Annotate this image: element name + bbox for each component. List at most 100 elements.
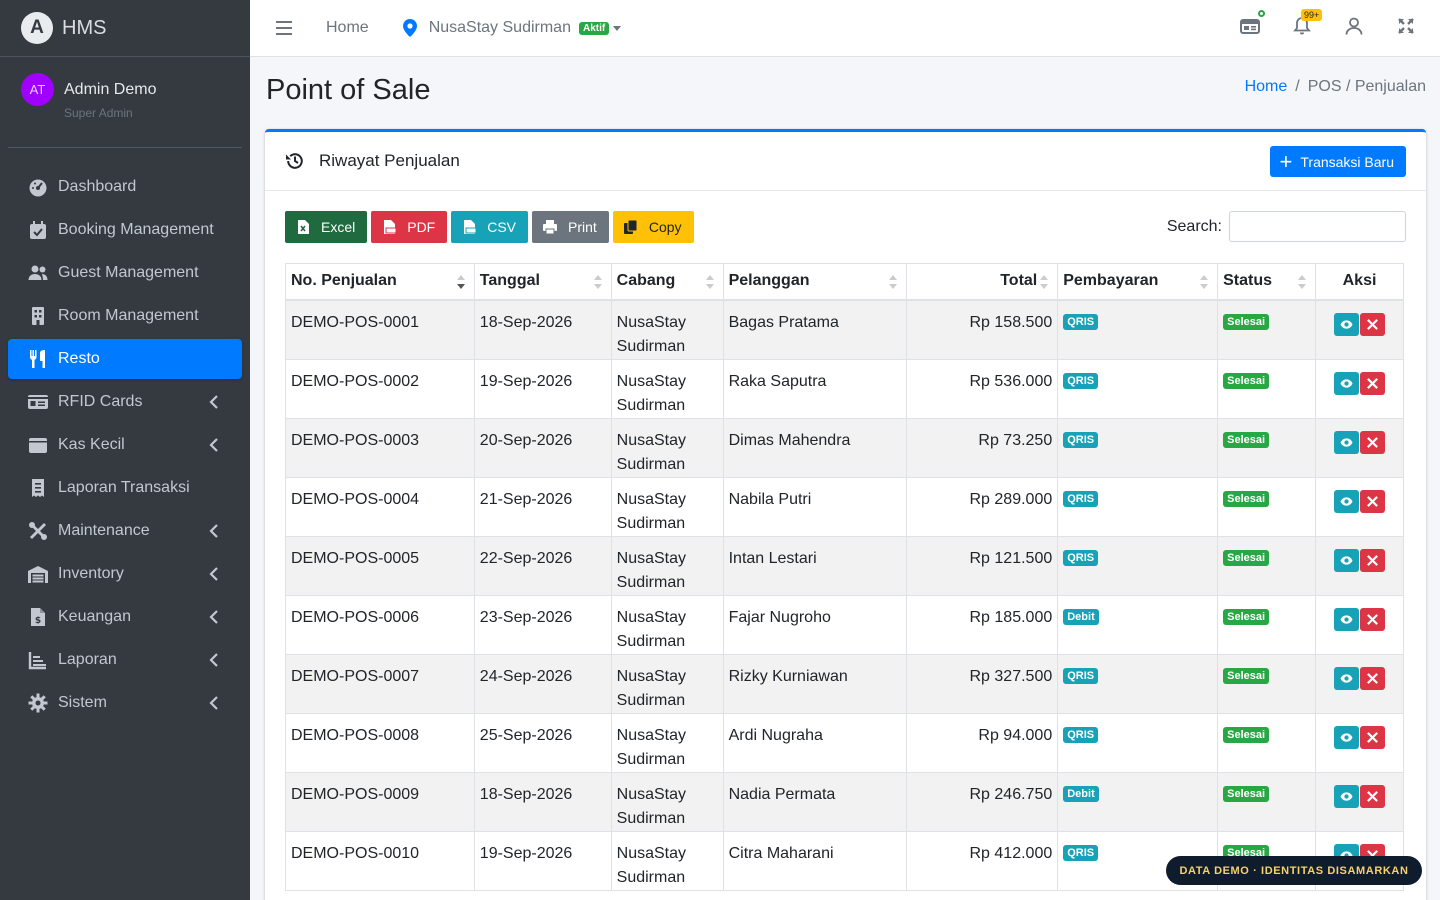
sidebar-item-maintenance[interactable]: Maintenance xyxy=(8,511,242,551)
cell-no: DEMO-POS-0006 xyxy=(285,594,475,655)
delete-button[interactable] xyxy=(1360,548,1386,572)
view-button[interactable] xyxy=(1334,548,1360,572)
delete-button[interactable] xyxy=(1360,725,1386,749)
eye-icon xyxy=(1340,319,1353,329)
sale-number: DEMO-POS-0002 xyxy=(291,372,420,390)
table-row[interactable]: DEMO-POS-0008 25-Sep-2026 NusaStay Sudirman… xyxy=(285,712,1404,773)
sidebar-item-label: Booking Management xyxy=(58,221,214,238)
sidebar-item-resto[interactable]: Resto xyxy=(8,339,242,379)
delete-button[interactable] xyxy=(1360,312,1386,336)
table-row[interactable]: DEMO-POS-0009 18-Sep-2026 NusaStay Sudirman… xyxy=(285,771,1404,832)
branch-name-line2: Sudirman xyxy=(616,691,686,709)
branch-name-line1: NusaStay xyxy=(616,608,687,626)
cell-total: Rp 121.500 xyxy=(906,535,1059,596)
breadcrumb-home-link[interactable]: Home xyxy=(1245,78,1288,95)
table-row[interactable]: DEMO-POS-0003 20-Sep-2026 NusaStay Sudirman… xyxy=(285,417,1404,478)
print-button[interactable]: Print xyxy=(532,211,609,243)
branch-name-line2: Sudirman xyxy=(616,455,686,473)
fullscreen-icon[interactable] xyxy=(1396,16,1416,36)
card-header: Riwayat Penjualan + Transaksi Baru xyxy=(265,132,1426,191)
table-row[interactable]: DEMO-POS-0007 24-Sep-2026 NusaStay Sudirman… xyxy=(285,653,1404,714)
view-button[interactable] xyxy=(1334,489,1360,513)
id-card-icon[interactable] xyxy=(1240,10,1265,36)
search-label: Search: xyxy=(1166,217,1222,235)
sidebar-item-room-management[interactable]: Room Management xyxy=(8,296,242,336)
payment-method-badge: Debit xyxy=(1063,608,1099,625)
sidebar-item-label: Room Management xyxy=(58,307,199,324)
column-header-cabang[interactable]: Cabang xyxy=(610,263,724,301)
cell-cabang: NusaStay Sudirman xyxy=(610,535,724,596)
user-name[interactable]: Admin Demo xyxy=(64,81,156,99)
sale-number: DEMO-POS-0001 xyxy=(291,313,420,331)
view-button[interactable] xyxy=(1334,312,1360,336)
sort-icon xyxy=(705,275,714,289)
brand-link[interactable]: A HMS xyxy=(0,0,250,57)
table-row[interactable]: DEMO-POS-0001 18-Sep-2026 NusaStay Sudirman… xyxy=(285,299,1404,360)
column-header-pelanggan[interactable]: Pelanggan xyxy=(722,263,908,301)
column-header-status[interactable]: Status xyxy=(1217,263,1317,301)
table-row[interactable]: DEMO-POS-0002 19-Sep-2026 NusaStay Sudirman… xyxy=(285,358,1404,419)
table-row[interactable]: DEMO-POS-0004 21-Sep-2026 NusaStay Sudirman… xyxy=(285,476,1404,537)
csv-export-button[interactable]: CSV xyxy=(451,211,529,243)
view-button[interactable] xyxy=(1334,430,1360,454)
top-home-link[interactable]: Home xyxy=(326,19,369,37)
sidebar-item-laporan-transaksi[interactable]: Laporan Transaksi xyxy=(8,468,242,508)
history-icon xyxy=(286,153,303,169)
delete-button[interactable] xyxy=(1360,607,1386,631)
sidebar-item-kas-kecil[interactable]: Kas Kecil xyxy=(8,425,242,465)
hamburger-menu-icon[interactable] xyxy=(276,21,292,35)
cell-pelanggan: Nadia Permata xyxy=(722,771,908,832)
payment-method-badge: QRIS xyxy=(1063,431,1099,448)
sidebar-item-laporan[interactable]: Laporan xyxy=(8,640,242,680)
sidebar-item-inventory[interactable]: Inventory xyxy=(8,554,242,594)
utensils-icon xyxy=(28,349,48,369)
sale-total: Rp 94.000 xyxy=(978,726,1053,744)
column-header-aksi: Aksi xyxy=(1315,263,1404,301)
cell-status: Selesai xyxy=(1217,299,1317,360)
cell-aksi xyxy=(1315,476,1404,537)
table-row[interactable]: DEMO-POS-0006 23-Sep-2026 NusaStay Sudirman… xyxy=(285,594,1404,655)
status-badge: Selesai xyxy=(1223,372,1270,389)
excel-export-button[interactable]: Excel xyxy=(285,211,368,243)
copy-button[interactable]: Copy xyxy=(612,211,694,243)
column-header-total[interactable]: Total xyxy=(906,263,1059,301)
cell-status: Selesai xyxy=(1217,771,1317,832)
delete-button[interactable] xyxy=(1360,371,1386,395)
view-button[interactable] xyxy=(1334,784,1360,808)
cell-no: DEMO-POS-0004 xyxy=(285,476,475,537)
view-button[interactable] xyxy=(1334,725,1360,749)
column-header-pembayaran[interactable]: Pembayaran xyxy=(1057,263,1219,301)
view-button[interactable] xyxy=(1334,371,1360,395)
delete-button[interactable] xyxy=(1360,430,1386,454)
pdf-export-button[interactable]: PDF xyxy=(371,211,448,243)
column-header-tanggal[interactable]: Tanggal xyxy=(473,263,612,301)
sidebar-item-guest-management[interactable]: Guest Management xyxy=(8,253,242,293)
hotel-selector[interactable]: NusaStay Sudirman Aktif xyxy=(402,19,622,37)
view-button[interactable] xyxy=(1334,666,1360,690)
delete-button[interactable] xyxy=(1360,784,1386,808)
sidebar-item-keuangan[interactable]: $ Keuangan xyxy=(8,597,242,637)
sidebar-item-dashboard[interactable]: Dashboard xyxy=(8,167,242,207)
delete-button[interactable] xyxy=(1360,666,1386,690)
close-icon xyxy=(1367,436,1378,448)
column-label: Total xyxy=(1000,272,1038,290)
content-header: Point of Sale Home / POS / Penjualan xyxy=(266,74,1426,107)
branch-name-line2: Sudirman xyxy=(616,809,686,827)
file-csv-icon xyxy=(464,220,477,234)
view-button[interactable] xyxy=(1334,607,1360,631)
column-header-no[interactable]: No. Penjualan xyxy=(285,263,475,301)
bell-icon[interactable]: 99+ xyxy=(1292,9,1323,36)
chevron-down-icon xyxy=(613,25,622,31)
table-row[interactable]: DEMO-POS-0005 22-Sep-2026 NusaStay Sudirman… xyxy=(285,535,1404,596)
gauge-icon xyxy=(28,177,48,197)
user-panel[interactable]: AT Admin Demo Super Admin xyxy=(8,57,242,148)
search-group: Search: xyxy=(1167,211,1406,242)
sidebar-item-booking-management[interactable]: Booking Management xyxy=(8,210,242,250)
delete-button[interactable] xyxy=(1360,489,1386,513)
new-transaction-button[interactable]: + Transaksi Baru xyxy=(1269,146,1406,177)
search-input[interactable] xyxy=(1229,211,1406,242)
user-icon[interactable] xyxy=(1344,16,1364,36)
cell-pembayaran: QRIS xyxy=(1057,299,1219,360)
sidebar-item-rfid-cards[interactable]: RFID Cards xyxy=(8,382,242,422)
sidebar-item-sistem[interactable]: Sistem xyxy=(8,683,242,723)
